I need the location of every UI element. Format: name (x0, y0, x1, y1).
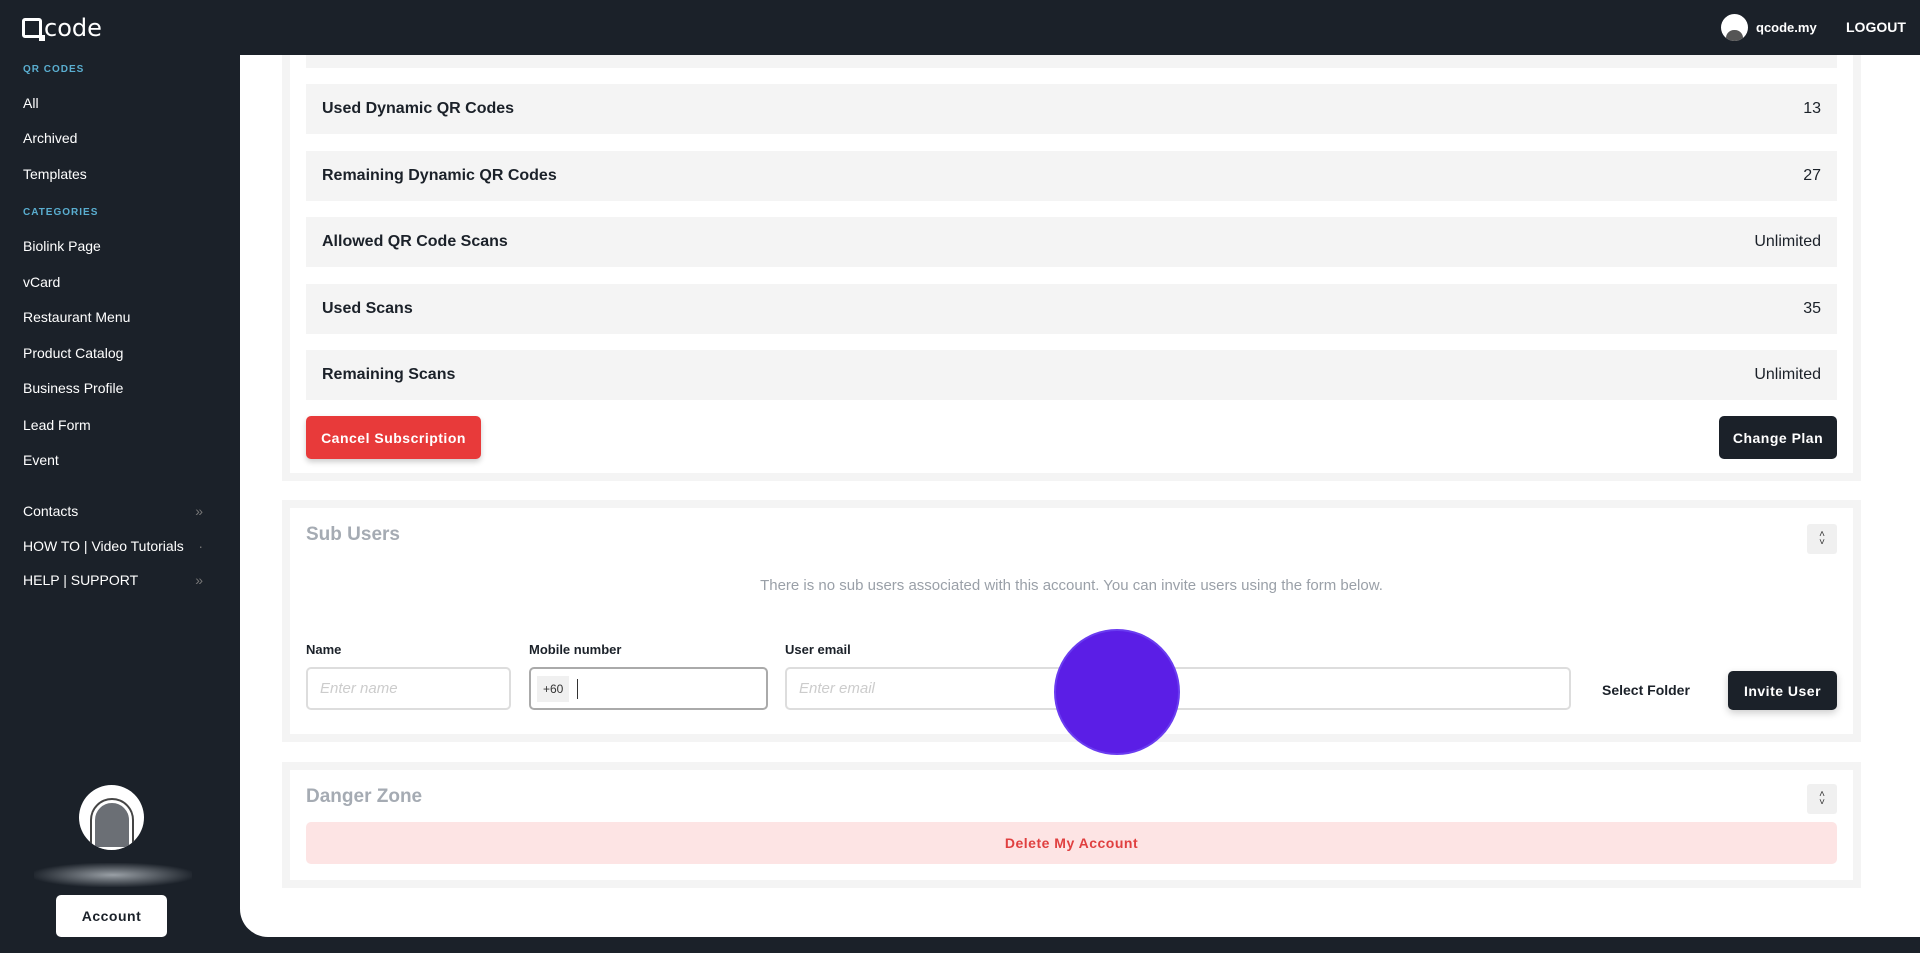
empty-message: There is no sub users associated with th… (760, 577, 1383, 594)
label: Product Catalog (23, 345, 124, 361)
label: Restaurant Menu (23, 309, 131, 325)
categories-heading: CATEGORIES (23, 207, 99, 218)
logout-link[interactable]: LOGOUT (1846, 19, 1906, 35)
label: HELP | SUPPORT (23, 572, 139, 588)
chevron-double-right-icon: » (195, 503, 203, 519)
label: All (23, 95, 39, 111)
row-label: Used Scans (322, 300, 413, 317)
sidebar-item-restaurant-menu[interactable]: Restaurant Menu (23, 309, 203, 325)
collapse-toggle-icon[interactable]: ˄ ˅ (1807, 524, 1837, 554)
mobile-input[interactable]: +60 (529, 667, 768, 710)
collapse-toggle-icon[interactable]: ˄ ˅ (1807, 784, 1837, 814)
row-value: 27 (1803, 167, 1821, 184)
danger-zone-title: Danger Zone (306, 786, 423, 807)
click-indicator (1054, 629, 1180, 755)
sidebar-item-business-profile[interactable]: Business Profile (23, 380, 203, 396)
label: Archived (23, 130, 78, 146)
country-code[interactable]: +60 (537, 675, 570, 702)
sub-users-title: Sub Users (306, 524, 400, 545)
label: vCard (23, 274, 61, 290)
mobile-label: Mobile number (529, 642, 622, 657)
table-row: Remaining Dynamic QR Codes 27 (306, 151, 1837, 201)
label: HOW TO | Video Tutorials (23, 538, 184, 554)
table-row: Used Scans 35 (306, 284, 1837, 334)
user-avatar[interactable] (1721, 14, 1748, 41)
name-input[interactable]: Enter name (306, 667, 511, 710)
invite-user-button[interactable]: Invite User (1728, 671, 1837, 710)
username[interactable]: qcode.my (1756, 20, 1817, 35)
qr-codes-heading: QR CODES (23, 64, 85, 75)
sidebar-item-help-support[interactable]: HELP | SUPPORT » (23, 572, 203, 588)
header-backdrop (0, 0, 1920, 55)
row-value: Unlimited (1754, 366, 1821, 383)
row-label: Used Dynamic QR Codes (322, 100, 515, 117)
cancel-subscription-button[interactable]: Cancel Subscription (306, 416, 481, 459)
label: Contacts (23, 503, 79, 519)
sidebar-item-contacts[interactable]: Contacts » (23, 503, 203, 519)
label: Lead Form (23, 417, 91, 433)
text-cursor (577, 678, 579, 699)
row-value: 13 (1803, 100, 1821, 117)
chevron-double-right-icon: » (195, 572, 203, 588)
sidebar-item-lead-form[interactable]: Lead Form (23, 417, 203, 433)
sidebar-item-vcard[interactable]: vCard (23, 274, 203, 290)
label: Biolink Page (23, 238, 101, 254)
dot-icon: · (198, 538, 203, 554)
sidebar-item-event[interactable]: Event (23, 452, 203, 468)
sidebar-item-all[interactable]: All (23, 95, 203, 111)
row-label: Remaining Dynamic QR Codes (322, 167, 557, 184)
change-plan-button[interactable]: Change Plan (1719, 416, 1837, 459)
email-label: User email (785, 642, 851, 657)
sidebar-item-archived[interactable]: Archived (23, 130, 203, 146)
sidebar-item-templates[interactable]: Templates (23, 166, 203, 182)
account-button[interactable]: Account (56, 895, 167, 937)
label: Event (23, 452, 59, 468)
row-label: Remaining Scans (322, 366, 456, 383)
row-value: Unlimited (1754, 233, 1821, 250)
table-row: Allowed QR Code Scans Unlimited (306, 217, 1837, 267)
row-label: Allowed QR Code Scans (322, 233, 508, 250)
sidebar-item-biolink[interactable]: Biolink Page (23, 238, 203, 254)
label: Templates (23, 166, 87, 182)
label: Business Profile (23, 380, 124, 396)
logo-text: code (44, 14, 102, 42)
logo[interactable]: code (22, 14, 102, 42)
avatar-shadow (34, 863, 192, 887)
select-folder-button[interactable]: Select Folder (1602, 682, 1690, 698)
qr-logo-icon (22, 18, 45, 41)
delete-account-button[interactable]: Delete My Account (306, 822, 1837, 864)
table-row: Used Dynamic QR Codes 13 (306, 84, 1837, 134)
sidebar-avatar (79, 785, 144, 850)
sidebar-item-how-to[interactable]: HOW TO | Video Tutorials · (23, 538, 203, 554)
sidebar-item-product-catalog[interactable]: Product Catalog (23, 345, 203, 361)
table-row: Remaining Scans Unlimited (306, 350, 1837, 400)
name-label: Name (306, 642, 342, 657)
row-value: 35 (1803, 300, 1821, 317)
